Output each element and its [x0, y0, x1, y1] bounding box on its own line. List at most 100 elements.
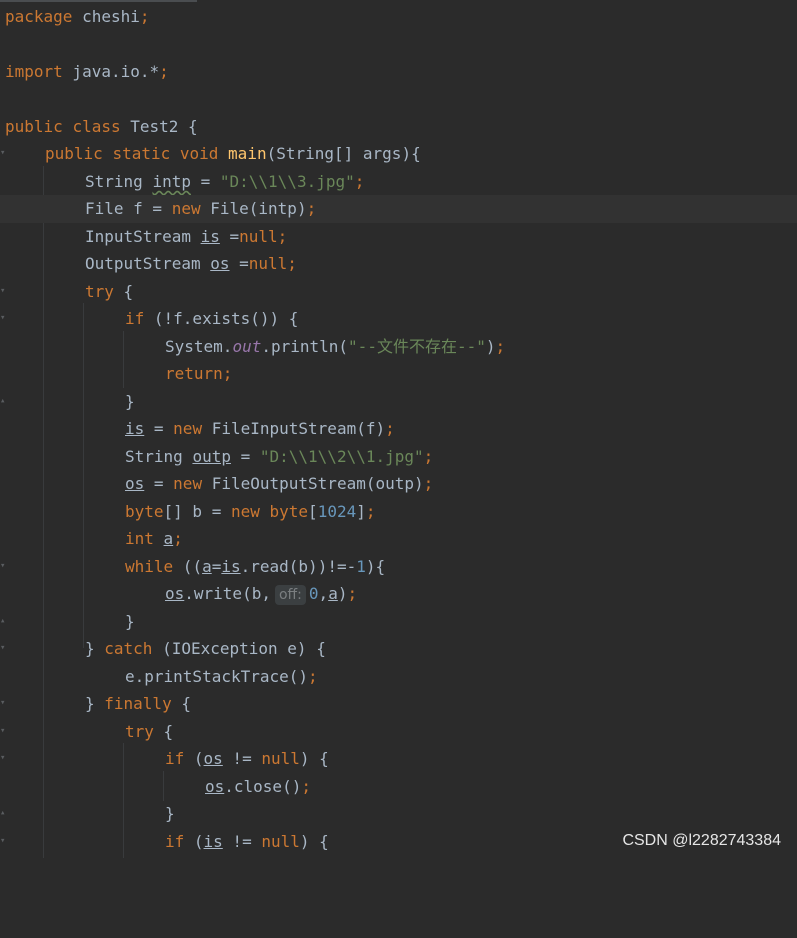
fold-icon[interactable]: ▾ — [0, 149, 6, 158]
code-line[interactable]: ▴ } — [0, 800, 797, 828]
fold-icon[interactable]: ▾ — [0, 562, 6, 571]
fold-icon[interactable]: ▾ — [0, 837, 6, 846]
code-text: (!f.exists()) { — [144, 309, 299, 328]
code-text: (IOException e) { — [152, 639, 326, 658]
fold-icon[interactable]: ▾ — [0, 644, 6, 653]
code-text: File(intp) — [200, 199, 307, 218]
semicolon: ; — [423, 474, 434, 493]
code-line[interactable]: ▴ } — [0, 388, 797, 416]
string-literal: "D:\\1\\3.jpg" — [219, 172, 355, 191]
semicolon: ; — [365, 502, 376, 521]
code-line[interactable]: os = new FileOutputStream(outp); — [0, 470, 797, 498]
code-text: ){ — [365, 557, 386, 576]
fold-icon[interactable]: ▾ — [0, 754, 6, 763]
code-text: , — [318, 584, 329, 603]
variable: os — [210, 254, 230, 273]
code-line[interactable]: os.write(b, off: 0,a); — [0, 580, 797, 608]
fold-icon[interactable]: ▾ — [0, 287, 6, 296]
code-line[interactable]: ▾ while ((a=is.read(b))!=-1){ — [0, 553, 797, 581]
code-text: { — [153, 722, 174, 741]
code-text: InputStream — [85, 227, 201, 246]
fold-icon[interactable]: ▾ — [0, 727, 6, 736]
number-literal: 0 — [308, 584, 319, 603]
code-line[interactable]: os.close(); — [0, 773, 797, 801]
code-text: [ — [308, 502, 318, 521]
code-line[interactable]: String intp = "D:\\1\\3.jpg"; — [0, 168, 797, 196]
keyword: null — [261, 749, 300, 768]
semicolon: ; — [287, 254, 297, 273]
variable: is — [200, 227, 220, 246]
keyword: class — [72, 117, 121, 136]
variable: os — [205, 777, 225, 796]
code-text: = — [230, 447, 260, 466]
code-editor[interactable]: package cheshi; import java.io.*; public… — [0, 0, 797, 858]
code-line[interactable]: package cheshi; — [0, 3, 797, 31]
code-text: = — [144, 419, 174, 438]
code-text: String — [85, 172, 153, 191]
fold-icon[interactable]: ▾ — [0, 314, 6, 323]
code-line[interactable]: import java.io.*; — [0, 58, 797, 86]
code-line[interactable]: ▾ } catch (IOException e) { — [0, 635, 797, 663]
code-line[interactable]: ▾ if (!f.exists()) { — [0, 305, 797, 333]
fold-end-icon[interactable]: ▴ — [0, 809, 6, 818]
keyword: new — [173, 474, 203, 493]
keyword: new — [173, 419, 203, 438]
variable: os — [165, 584, 185, 603]
variable: os — [203, 749, 223, 768]
fold-end-icon[interactable]: ▴ — [0, 397, 6, 406]
code-line[interactable]: ▾ } finally { — [0, 690, 797, 718]
code-line[interactable]: ▾ try { — [0, 718, 797, 746]
keyword: byte — [269, 502, 309, 521]
keyword: return — [165, 364, 223, 383]
code-text: != — [222, 832, 262, 851]
variable: a — [328, 584, 338, 603]
code-text: ( — [184, 832, 204, 851]
code-text: [] b = — [163, 502, 231, 521]
code-text: } — [125, 392, 135, 411]
code-line[interactable]: ▾ try { — [0, 278, 797, 306]
semicolon: ; — [222, 364, 233, 383]
code-text: ( — [184, 749, 204, 768]
code-line[interactable]: InputStream is =null; — [0, 223, 797, 251]
variable: os — [125, 474, 145, 493]
code-text: OutputStream — [85, 254, 211, 273]
code-line[interactable]: String outp = "D:\\1\\2\\1.jpg"; — [0, 443, 797, 471]
variable: outp — [192, 447, 231, 466]
semicolon: ; — [173, 529, 183, 548]
code-line[interactable]: ▾ if (os != null) { — [0, 745, 797, 773]
keyword: byte — [125, 502, 164, 521]
code-line[interactable]: ▴ } — [0, 608, 797, 636]
code-line[interactable]: return; — [0, 360, 797, 388]
variable: is — [125, 419, 145, 438]
fold-end-icon[interactable]: ▴ — [0, 617, 6, 626]
number-literal: 1024 — [317, 502, 357, 521]
string-literal: "D:\\1\\2\\1.jpg" — [259, 447, 424, 466]
code-line[interactable]: ▾ public static void main(String[] args)… — [0, 140, 797, 168]
keyword: package — [5, 7, 73, 26]
code-text: Test2 { — [120, 117, 198, 136]
code-line[interactable]: OutputStream os =null; — [0, 250, 797, 278]
variable: is — [221, 557, 241, 576]
variable: intp — [152, 172, 191, 191]
code-line[interactable]: System.out.println("--文件不存在--"); — [0, 333, 797, 361]
semicolon: ; — [495, 337, 506, 356]
keyword: if — [125, 309, 145, 328]
code-text: = — [229, 254, 249, 273]
code-line-current[interactable]: File f = new File(intp); — [0, 195, 797, 223]
code-line[interactable]: public class Test2 { — [0, 113, 797, 141]
code-text: } — [85, 694, 105, 713]
code-text: { — [113, 282, 134, 301]
variable: is — [203, 832, 223, 851]
code-text: } — [125, 612, 135, 631]
code-line[interactable]: e.printStackTrace(); — [0, 663, 797, 691]
code-line[interactable]: byte[] b = new byte[1024]; — [0, 498, 797, 526]
keyword: if — [165, 832, 185, 851]
fold-icon[interactable]: ▾ — [0, 699, 6, 708]
code-line[interactable]: int a; — [0, 525, 797, 553]
code-text: = — [190, 172, 220, 191]
watermark: CSDN @l2282743384 — [622, 832, 781, 849]
code-line[interactable]: is = new FileInputStream(f); — [0, 415, 797, 443]
keyword: import — [5, 62, 63, 81]
code-text: FileOutputStream(outp) — [202, 474, 424, 493]
keyword: finally — [104, 694, 172, 713]
